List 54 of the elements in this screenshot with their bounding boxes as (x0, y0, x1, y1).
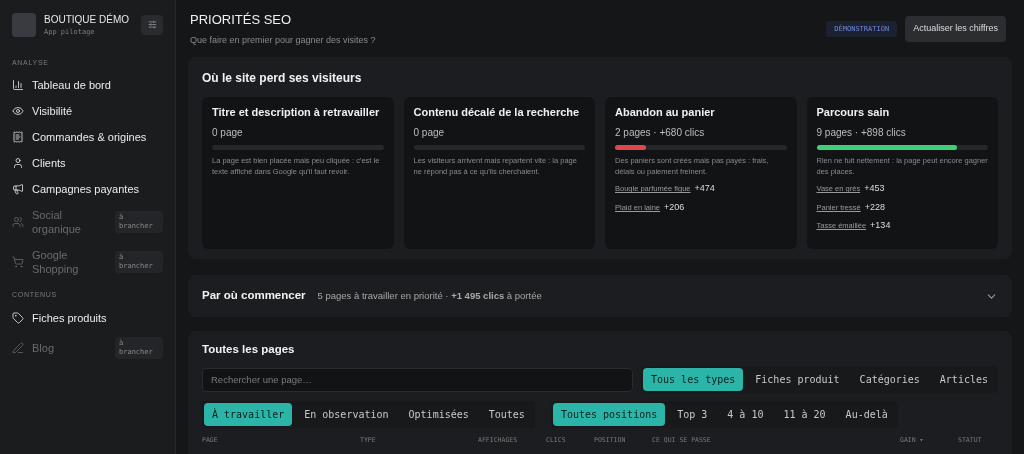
position-filter[interactable]: Top 3 (669, 403, 716, 427)
user-icon (12, 157, 24, 169)
section-heading: Où le site perd ses visiteurs (202, 70, 363, 87)
status-filter[interactable]: En observation (296, 403, 397, 427)
position-filter[interactable]: Au-delà (837, 403, 896, 427)
nav-item[interactable]: Tableau de bord (12, 72, 163, 98)
search-field[interactable]: Rechercher une page… (202, 367, 633, 392)
card-count: 0 page (413, 126, 446, 140)
nav-item[interactable]: Commandes & origines (12, 124, 163, 150)
receipt-icon (12, 131, 24, 143)
card-count: 0 page (212, 126, 244, 140)
brand-name: BOUTIQUE DÉMO (44, 12, 130, 27)
bar-chart-icon (12, 79, 24, 91)
eye-icon (12, 105, 24, 117)
type-filter[interactable]: Articles (931, 368, 996, 392)
position-filter[interactable]: 4 à 10 (719, 403, 772, 427)
refresh-button[interactable]: Actualiser les chiffres (905, 16, 1006, 42)
type-filter[interactable]: Tous les types (643, 368, 744, 392)
logo-placeholder (12, 12, 36, 37)
click-gain: +453 (864, 182, 885, 195)
position-filter[interactable]: Toutes positions (552, 403, 666, 427)
nav-item[interactable]: Clients (12, 150, 163, 176)
tag-icon (12, 311, 24, 324)
click-gain: +134 (870, 219, 891, 232)
card-count: 2 pages · +680 clics (615, 126, 706, 140)
position-filter[interactable]: 11 à 20 (775, 403, 834, 427)
click-gain: +474 (694, 182, 715, 195)
status-filter[interactable]: Optimisées (400, 403, 477, 427)
card-title: Parcours sain (816, 105, 891, 120)
click-gain: +206 (664, 200, 685, 214)
type-filter[interactable]: Fiches produit (747, 368, 848, 392)
nav-item[interactable]: Visibilité (12, 98, 163, 124)
cart-icon (12, 256, 24, 268)
megaphone-icon (12, 183, 24, 195)
type-filter[interactable]: Catégories (851, 368, 928, 392)
pen-icon (12, 341, 24, 354)
nav-item[interactable]: Campagnes payantes (12, 176, 163, 202)
menu-button[interactable] (141, 14, 163, 35)
start-summary: 5 pages à travailler en priorité · +1 495 clics à portée (317, 288, 542, 303)
click-gain: +228 (864, 200, 885, 214)
status-filter[interactable]: À travailler (204, 403, 293, 427)
status-filter[interactable]: Toutes (480, 403, 533, 427)
section-heading: Par où commencer (202, 288, 306, 304)
start-panel[interactable]: Par où commencer 5 pages à travailler en priorité · +1 495 clics à portée (188, 275, 1012, 317)
card-title: Titre et description à retravailler (212, 105, 381, 120)
nav-item[interactable]: Fiches produits (12, 304, 163, 331)
sliders-icon (147, 20, 157, 30)
section-heading: Toutes les pages (202, 342, 296, 357)
card-count: 9 pages · +898 clics (816, 126, 907, 140)
card-title: Contenu décalé de la recherche (413, 105, 581, 120)
users-icon (12, 216, 24, 228)
page-subtitle: Que faire en premier pour gagner des visites ? (190, 33, 376, 47)
page-title: PRIORITÉS SEO (190, 11, 293, 29)
card-title: Abandon au panier (615, 105, 716, 120)
